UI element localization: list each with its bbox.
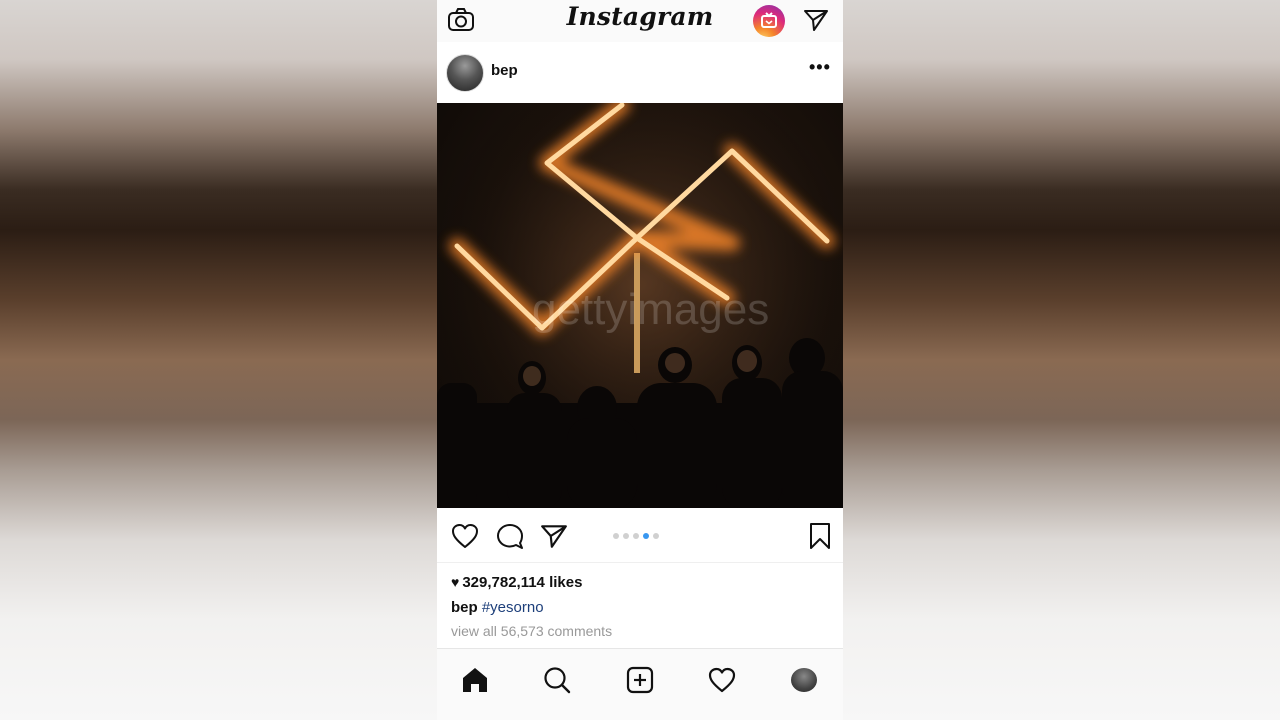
phone-frame: Instagram bep ••• gettyimages ♥ 329,782,… bbox=[437, 0, 843, 720]
carousel-dot bbox=[633, 533, 639, 539]
carousel-dot-active bbox=[643, 533, 649, 539]
image-watermark: gettyimages bbox=[532, 285, 770, 334]
more-options-button[interactable]: ••• bbox=[809, 57, 831, 78]
igtv-icon[interactable] bbox=[753, 5, 785, 37]
likes-count[interactable]: ♥ 329,782,114 likes bbox=[451, 574, 582, 591]
heart-icon: ♥ bbox=[451, 574, 460, 590]
profile-avatar-icon[interactable] bbox=[791, 668, 817, 692]
paper-plane-icon[interactable] bbox=[803, 8, 829, 32]
plus-square-icon[interactable] bbox=[625, 665, 655, 695]
bookmark-icon[interactable] bbox=[808, 522, 832, 550]
post-username[interactable]: bep bbox=[491, 62, 518, 79]
top-bar: Instagram bbox=[437, 0, 843, 43]
heart-icon[interactable] bbox=[451, 523, 479, 549]
caption-hashtag[interactable]: #yesorno bbox=[482, 599, 544, 616]
post-caption: bep #yesorno bbox=[451, 599, 544, 616]
comment-icon[interactable] bbox=[496, 523, 524, 549]
likes-text: 329,782,114 likes bbox=[462, 574, 583, 591]
avatar[interactable] bbox=[446, 54, 484, 92]
carousel-indicator bbox=[613, 533, 659, 539]
view-comments-link[interactable]: view all 56,573 comments bbox=[451, 623, 612, 639]
carousel-dot bbox=[623, 533, 629, 539]
post-image[interactable]: gettyimages bbox=[437, 103, 843, 508]
share-icon[interactable] bbox=[540, 523, 568, 549]
caption-username[interactable]: bep bbox=[451, 599, 478, 616]
post-header: bep ••• bbox=[437, 42, 843, 103]
bottom-tab-bar bbox=[437, 648, 843, 720]
activity-heart-icon[interactable] bbox=[707, 665, 737, 695]
carousel-dot bbox=[613, 533, 619, 539]
home-icon[interactable] bbox=[460, 665, 490, 695]
post-actions bbox=[437, 508, 843, 563]
search-icon[interactable] bbox=[542, 665, 572, 695]
carousel-dot bbox=[653, 533, 659, 539]
